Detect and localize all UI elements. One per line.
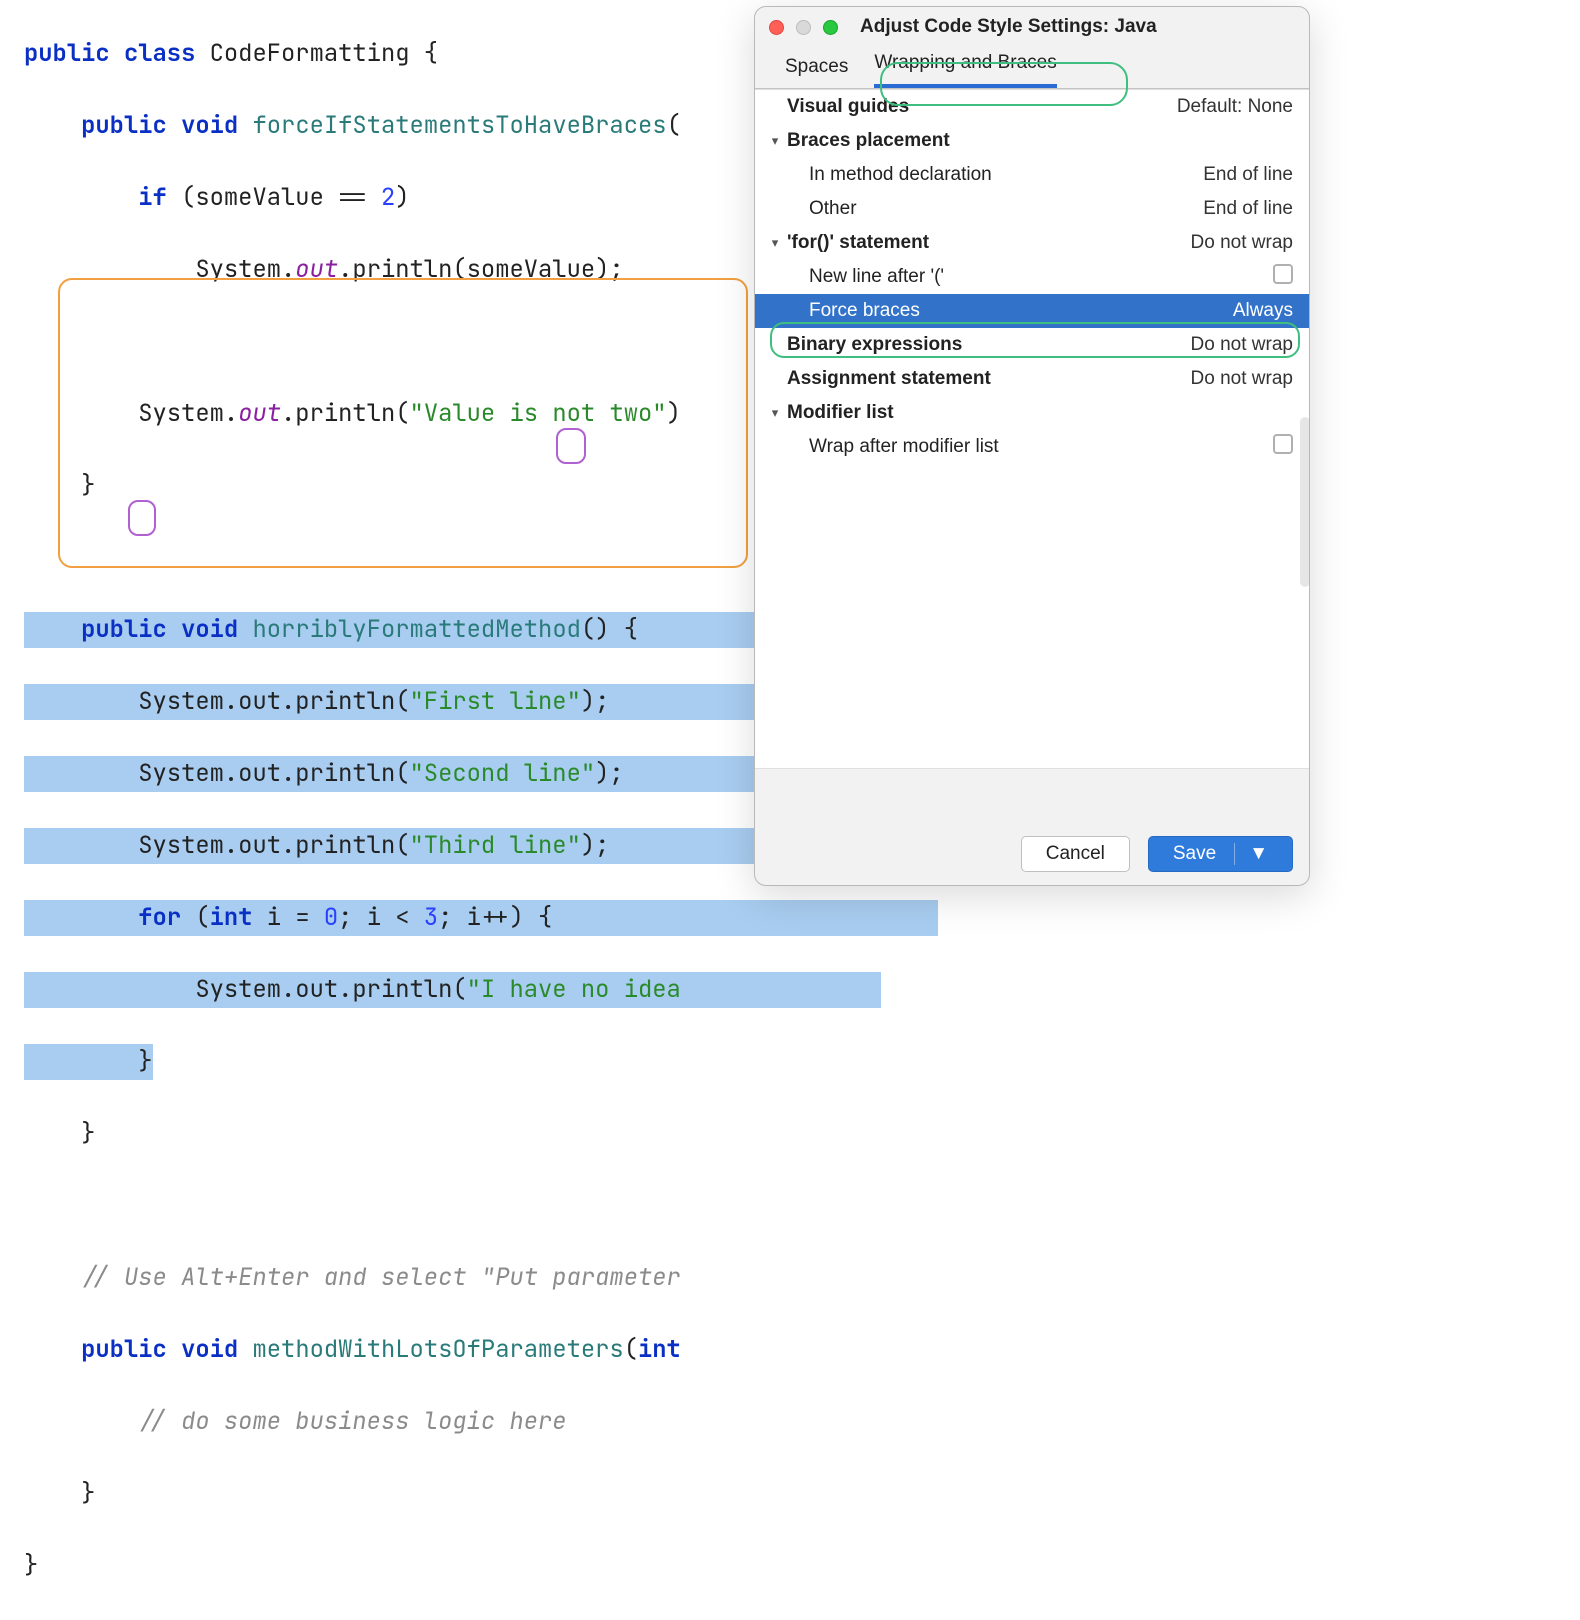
row-braces-placement[interactable]: ▾ Braces placement	[755, 124, 1309, 158]
tab-spaces[interactable]: Spaces	[785, 56, 848, 88]
checkbox-wrap-after-modifier[interactable]	[1273, 434, 1293, 454]
checkbox-newline-after[interactable]	[1273, 264, 1293, 284]
row-for-statement[interactable]: ▾ 'for()' statement Do not wrap	[755, 226, 1309, 260]
row-visual-guides[interactable]: Visual guides Default: None	[755, 90, 1309, 124]
row-other[interactable]: Other End of line	[755, 192, 1309, 226]
chevron-down-icon[interactable]: ▾	[763, 133, 787, 149]
row-assignment-statement[interactable]: Assignment statement Do not wrap	[755, 362, 1309, 396]
row-binary-expressions[interactable]: Binary expressions Do not wrap	[755, 328, 1309, 362]
scrollbar[interactable]	[1300, 417, 1310, 587]
settings-list[interactable]: Visual guides Default: None ▾ Braces pla…	[755, 89, 1309, 769]
dialog-titlebar: Adjust Code Style Settings: Java	[755, 7, 1309, 47]
dialog-tabs: Spaces Wrapping and Braces	[755, 47, 1309, 89]
row-in-method-declaration[interactable]: In method declaration End of line	[755, 158, 1309, 192]
row-modifier-list[interactable]: ▾ Modifier list	[755, 396, 1309, 430]
window-zoom-icon[interactable]	[823, 20, 838, 35]
cancel-button[interactable]: Cancel	[1021, 836, 1130, 872]
row-wrap-after-modifier-list[interactable]: Wrap after modifier list	[755, 430, 1309, 464]
dialog-title: Adjust Code Style Settings: Java	[860, 16, 1157, 38]
chevron-down-icon[interactable]: ▾	[763, 235, 787, 251]
save-button-label: Save	[1173, 843, 1216, 865]
dialog-footer: Cancel Save ▼	[755, 823, 1309, 885]
row-newline-after-paren[interactable]: New line after '('	[755, 260, 1309, 294]
row-force-braces[interactable]: Force braces Always	[755, 294, 1309, 328]
save-button[interactable]: Save ▼	[1148, 836, 1293, 872]
code-style-dialog: Adjust Code Style Settings: Java Spaces …	[754, 6, 1310, 886]
window-minimize-icon	[796, 20, 811, 35]
window-close-icon[interactable]	[769, 20, 784, 35]
tab-wrapping-braces[interactable]: Wrapping and Braces	[874, 52, 1056, 88]
save-dropdown-icon[interactable]: ▼	[1234, 843, 1268, 865]
chevron-down-icon[interactable]: ▾	[763, 405, 787, 421]
